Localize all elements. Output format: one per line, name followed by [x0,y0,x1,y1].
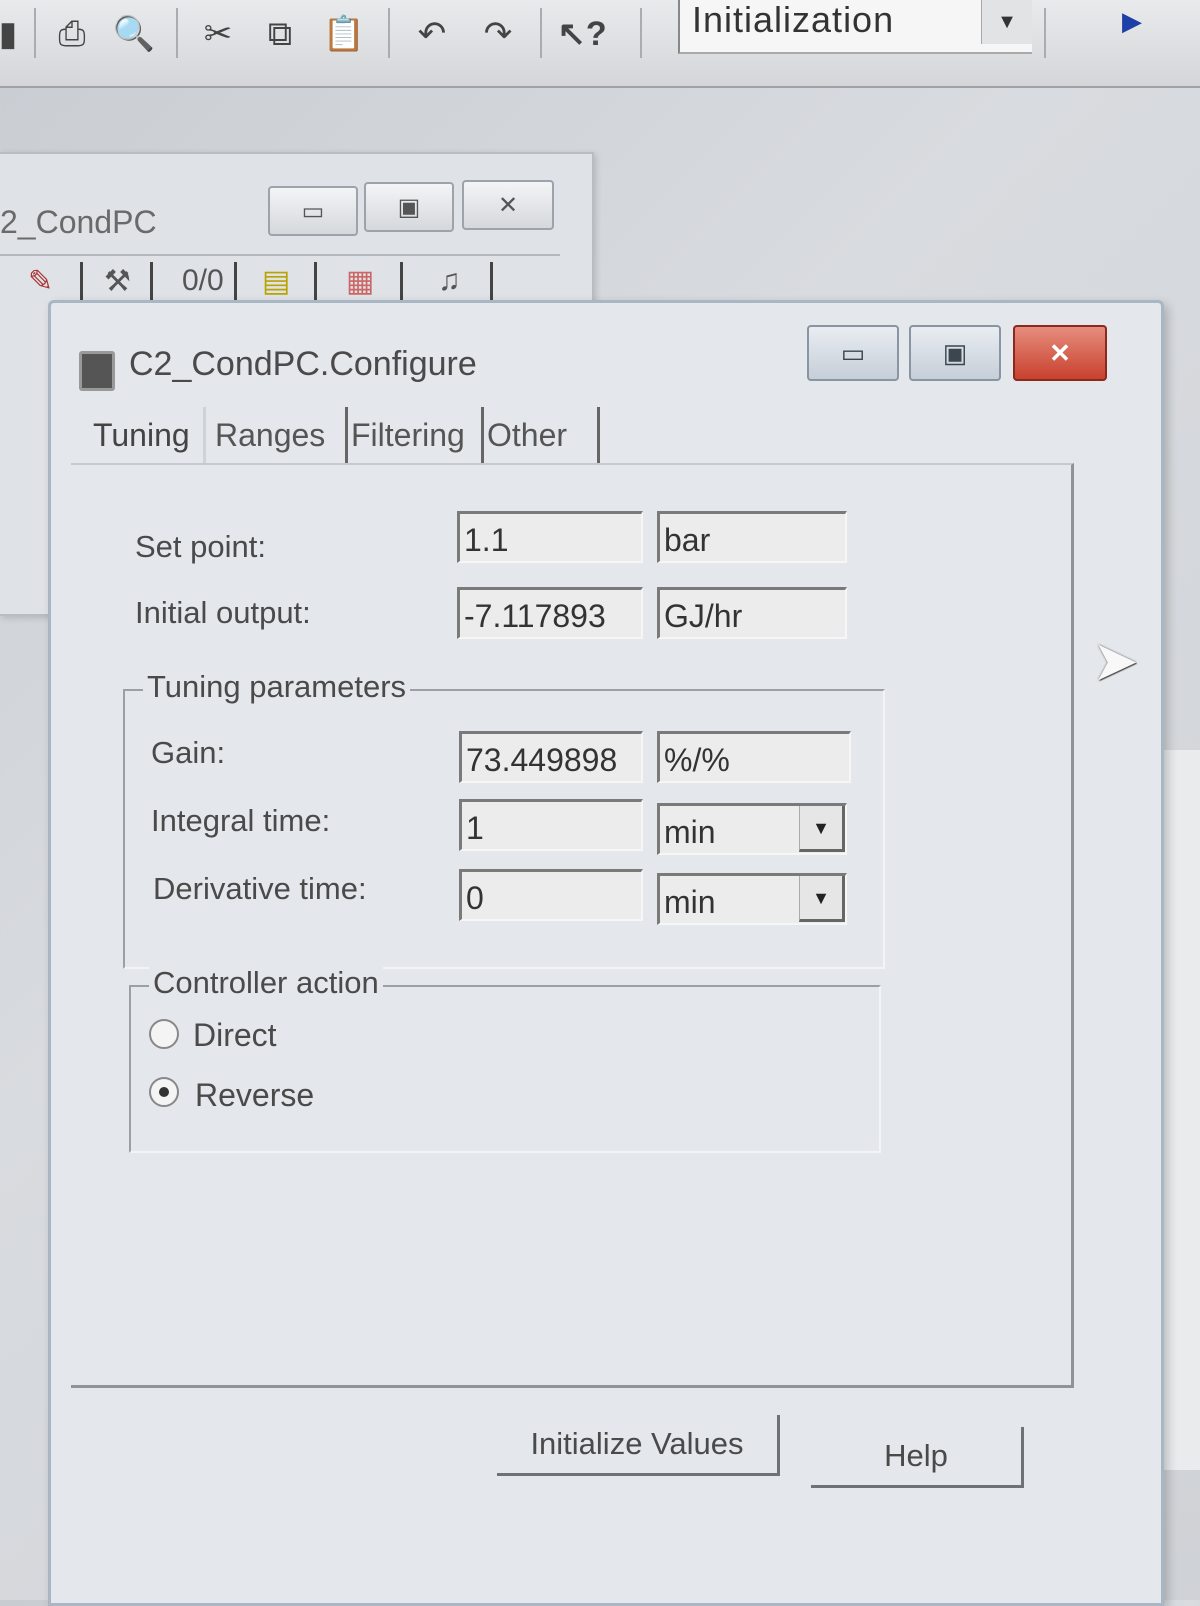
integral-time-unit-value: min [664,814,716,850]
derivative-time-unit-value: min [664,884,716,920]
minimize-button[interactable]: ▭ [807,325,899,381]
toolbar-separator [540,8,542,58]
derivative-time-field[interactable]: 0 [459,869,643,921]
direct-radio-label[interactable]: Direct [193,1017,277,1054]
close-button[interactable]: ✕ [1013,325,1107,381]
tuning-parameters-legend: Tuning parameters [143,669,411,705]
play-icon[interactable]: ▶ [1122,6,1142,37]
app-toolbar: ▮ ⎙ 🔍 ✂ ⧉ 📋 ↶ ↷ ↖? Initialization ▼ ▶ [0,0,1200,88]
help-button[interactable]: Help [811,1427,1024,1488]
gain-label: Gain: [151,735,226,770]
direct-radio[interactable] [149,1019,179,1049]
gain-unit: %/% [657,731,851,783]
mode-select-value: Initialization [692,0,895,40]
reverse-radio-label[interactable]: Reverse [195,1077,314,1114]
copy-icon[interactable]: ⧉ [258,12,302,56]
toolbar-separator [1044,8,1046,58]
toolbar-separator [388,8,390,58]
configure-dialog: C2_CondPC.Configure ▭ ▣ ✕ Tuning Ranges … [48,300,1164,1606]
chevron-down-icon[interactable]: ▼ [799,876,845,922]
set-point-unit: bar [657,511,847,563]
tab-ranges[interactable]: Ranges [205,407,348,463]
chevron-down-icon[interactable]: ▼ [799,806,845,852]
close-button[interactable]: ✕ [462,180,554,230]
maximize-button[interactable]: ▣ [909,325,1001,381]
toolbar-separator [34,8,36,58]
tab-filtering[interactable]: Filtering [341,407,484,463]
controller-action-group: Controller action [129,965,881,1153]
print-preview-icon[interactable]: 🔍 [112,12,156,56]
mouse-cursor-icon: ➤ [1092,629,1139,692]
background-window-title: 2_CondPC [0,204,157,240]
initial-output-label: Initial output: [135,595,311,630]
set-point-label: Set point: [135,529,266,564]
initial-output-field[interactable]: -7.117893 [457,587,643,639]
paste-icon[interactable]: 📋 [322,12,366,56]
dialog-title: C2_CondPC.Configure [129,345,477,383]
redo-icon[interactable]: ↷ [476,12,520,56]
set-point-field[interactable]: 1.1 [457,511,643,563]
minimize-button[interactable]: ▭ [268,186,358,236]
toolbar-separator [640,8,642,58]
chart-icon[interactable]: ▦ [346,264,374,299]
controller-action-legend: Controller action [149,965,383,1001]
toolbar-separator [176,8,178,58]
tools-icon[interactable]: ⚒ [104,264,131,299]
derivative-time-unit-select[interactable]: min ▼ [657,873,847,925]
initial-output-unit: GJ/hr [657,587,847,639]
integral-time-label: Integral time: [151,803,331,838]
percent-icon[interactable]: 0/0 [182,264,224,298]
undo-icon[interactable]: ↶ [410,12,454,56]
derivative-time-label: Derivative time: [153,871,367,906]
maximize-button[interactable]: ▣ [364,182,454,232]
reverse-radio[interactable] [149,1077,179,1107]
notes-icon[interactable]: ▤ [262,264,290,299]
gain-field[interactable]: 73.449898 [459,731,643,783]
mode-select[interactable]: Initialization ▼ [678,0,1032,54]
integral-time-unit-select[interactable]: min ▼ [657,803,847,855]
edit-icon[interactable]: ✎ [28,264,53,299]
tab-tuning[interactable]: Tuning [83,407,206,463]
trend-icon[interactable]: ♫ [438,264,461,298]
print-icon[interactable]: ⎙ [50,12,94,56]
dialog-app-icon [79,351,115,391]
chevron-down-icon[interactable]: ▼ [981,0,1032,44]
whats-this-help-icon[interactable]: ↖? [557,12,606,56]
tab-other[interactable]: Other [477,407,600,463]
integral-time-field[interactable]: 1 [459,799,643,851]
cut-icon[interactable]: ✂ [196,12,240,56]
save-icon[interactable]: ▮ [0,12,30,56]
initialize-values-button[interactable]: Initialize Values [497,1415,780,1476]
